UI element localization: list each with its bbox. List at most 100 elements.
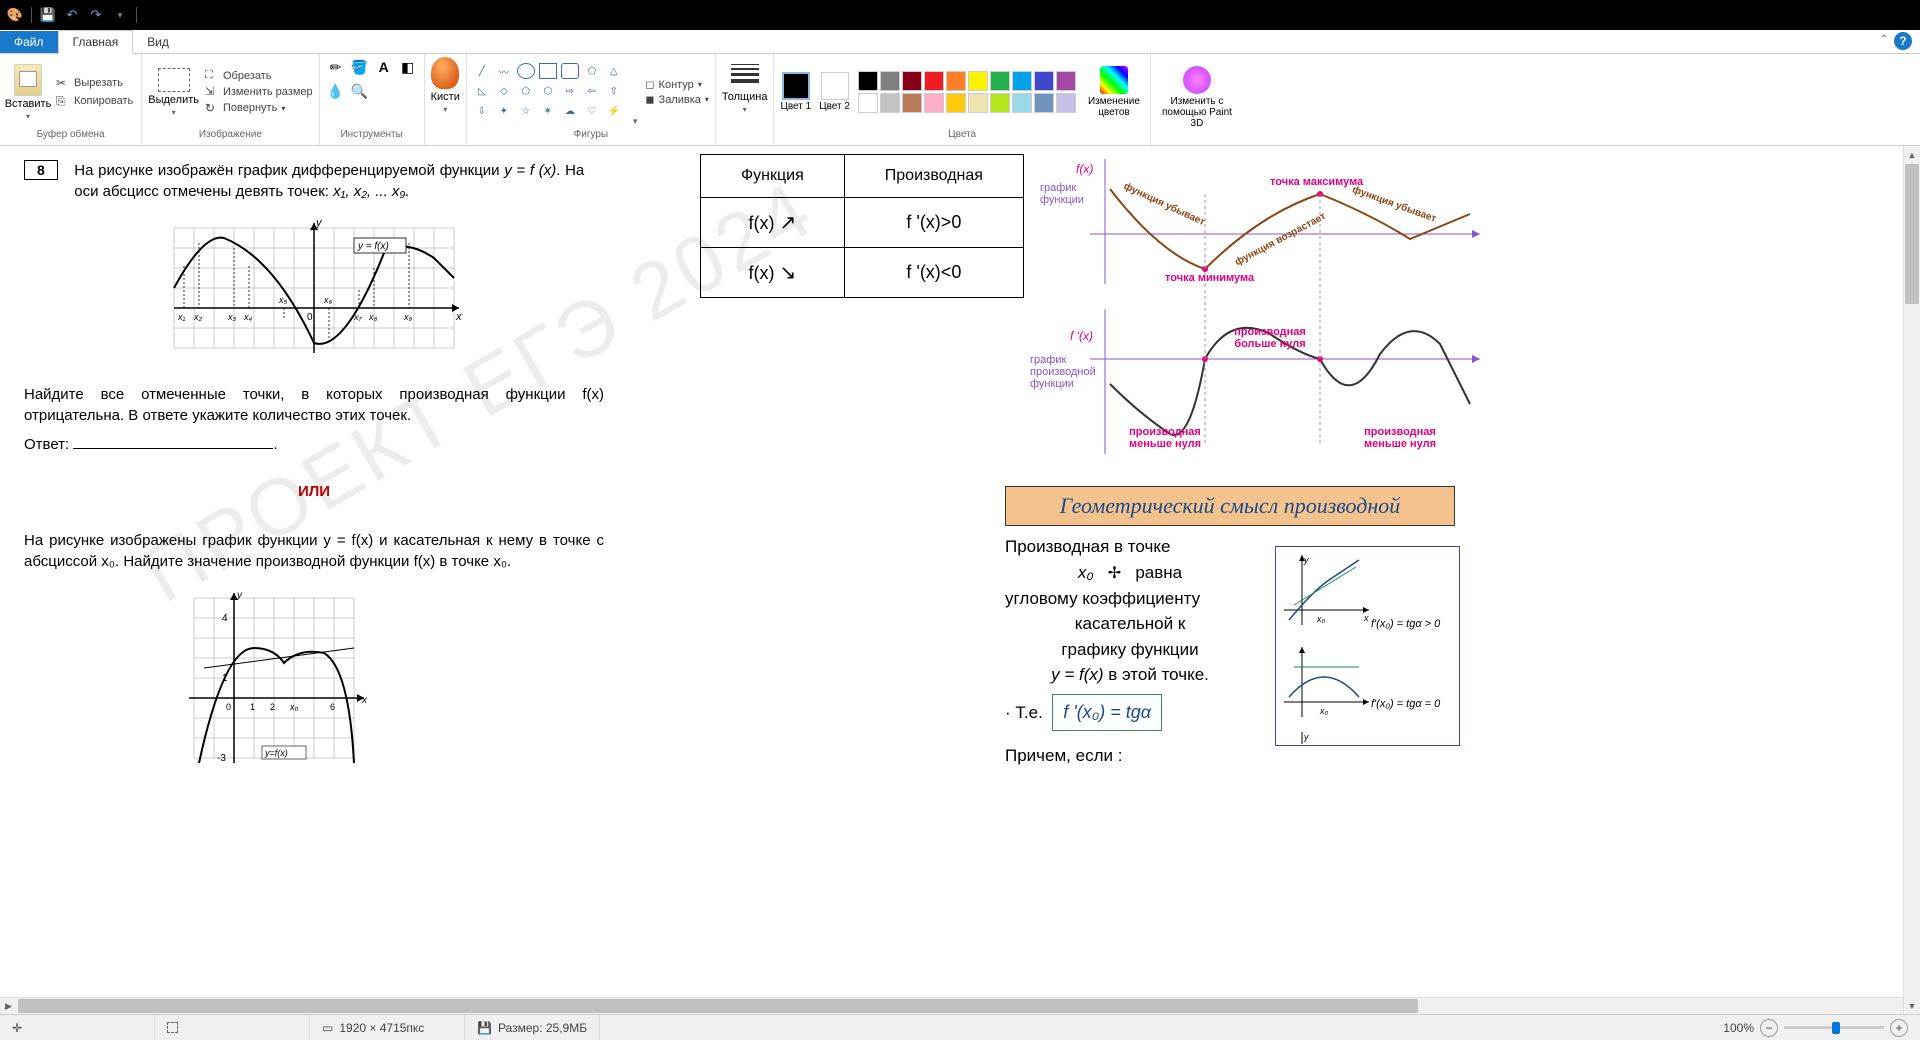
shape-roundrect-icon[interactable] (561, 63, 579, 79)
shape-line-icon[interactable]: ╱ (473, 63, 491, 79)
pencil-icon[interactable]: ✏ (326, 57, 346, 77)
tab-file[interactable]: Файл (0, 31, 58, 53)
zoom-slider[interactable] (1784, 1026, 1884, 1029)
shape-larrow-icon[interactable]: ⇦ (583, 83, 601, 99)
shape-triangle-icon[interactable]: △ (605, 63, 623, 79)
undo-icon[interactable]: ↶ (61, 4, 83, 26)
rotate-button[interactable]: Повернуть ▾ (205, 101, 313, 115)
palette-color[interactable] (924, 71, 944, 91)
shape-star5-icon[interactable]: ☆ (517, 103, 535, 119)
palette-color[interactable] (990, 93, 1010, 113)
vertical-scrollbar[interactable]: ▲ ▼ (1903, 146, 1920, 1014)
palette-color[interactable] (858, 93, 878, 113)
geometric-meaning-box: Геометрический смысл производной Произво… (1005, 486, 1455, 768)
color1-button[interactable]: Цвет 1 (780, 72, 811, 112)
shape-oval-icon[interactable] (517, 63, 535, 79)
shape-pentagon-icon[interactable]: ⬠ (517, 83, 535, 99)
magnifier-icon[interactable]: 🔍 (350, 81, 370, 101)
palette-color[interactable] (880, 71, 900, 91)
tab-home[interactable]: Главная (58, 30, 134, 54)
palette-color[interactable] (1034, 71, 1054, 91)
help-icon[interactable]: ? (1894, 32, 1912, 50)
tab-view[interactable]: Вид (133, 31, 183, 53)
shape-diamond-icon[interactable]: ◇ (495, 83, 513, 99)
hscroll-thumb[interactable] (18, 999, 1418, 1013)
shape-lightning-icon[interactable]: ⚡ (605, 103, 623, 119)
palette-color[interactable] (990, 71, 1010, 91)
palette-color[interactable] (902, 71, 922, 91)
shape-star6-icon[interactable]: ✶ (539, 103, 557, 119)
derivative-diagram: f(x) f '(x) график функции график произв… (1030, 154, 1490, 464)
palette-color[interactable] (1012, 93, 1032, 113)
zoom-out-button[interactable]: − (1760, 1019, 1778, 1037)
palette-color[interactable] (1056, 93, 1076, 113)
shape-uarrow-icon[interactable]: ⇧ (605, 83, 623, 99)
copy-button[interactable]: Копировать (54, 93, 135, 109)
crop-icon (205, 69, 219, 83)
fill-button[interactable]: ◼Заливка▾ (645, 93, 709, 106)
shape-curve-icon[interactable]: 〰 (495, 63, 513, 79)
brush-label: Кисти (431, 91, 460, 103)
shape-callout-icon[interactable]: ☁ (561, 103, 579, 119)
palette-color[interactable] (902, 93, 922, 113)
resize-label: Изменить размер (223, 86, 313, 98)
palette-color[interactable] (1012, 71, 1032, 91)
palette-color[interactable] (968, 71, 988, 91)
shape-darrow-icon[interactable]: ⇩ (473, 103, 491, 119)
crop-button[interactable]: Обрезать (205, 69, 313, 83)
shape-rarrow-icon[interactable]: ⇨ (561, 83, 579, 99)
svg-text:x₂: x₂ (193, 312, 203, 322)
canvas[interactable]: ПРОЕКТ ЕГЭ 2024 8 На рисунке изображён г… (0, 146, 1903, 1014)
color2-button[interactable]: Цвет 2 (819, 72, 850, 112)
color2-label: Цвет 2 (819, 101, 850, 112)
svg-text:x₄: x₄ (243, 312, 253, 322)
problem-number: 8 (24, 160, 58, 180)
scroll-up-icon[interactable]: ▲ (1904, 146, 1920, 163)
svg-text:-3: -3 (217, 753, 226, 764)
eyedropper-icon[interactable]: 💧 (326, 81, 346, 101)
resize-button[interactable]: Изменить размер (205, 85, 313, 99)
zoom-in-button[interactable]: + (1890, 1019, 1908, 1037)
palette-color[interactable] (858, 71, 878, 91)
palette-color[interactable] (946, 93, 966, 113)
shape-polygon-icon[interactable]: ⬠ (583, 63, 601, 79)
text-icon[interactable]: A (374, 57, 394, 77)
select-button[interactable]: Выделить ▾ (148, 68, 199, 117)
scroll-down-icon[interactable]: ▼ (1904, 997, 1920, 1014)
shapes-gallery[interactable]: ╱ 〰 ⬠ △ ◺ ◇ ⬠ ⬡ ⇨ ⇦ ⇧ ⇩ ✦ ☆ ✶ ☁ ♡ ⚡ (473, 63, 625, 121)
palette-color[interactable] (1056, 71, 1076, 91)
palette-color[interactable] (924, 93, 944, 113)
cut-button[interactable]: Вырезать (54, 75, 135, 91)
edit-colors-button[interactable]: Изменение цветов (1084, 66, 1144, 118)
fill-icon[interactable]: 🪣 (350, 57, 370, 77)
vscroll-thumb[interactable] (1905, 164, 1919, 304)
shape-rect-icon[interactable] (539, 63, 557, 79)
palette-color[interactable] (968, 93, 988, 113)
shape-rtriangle-icon[interactable]: ◺ (473, 83, 491, 99)
qat-dropdown-icon[interactable]: ▾ (109, 4, 131, 26)
shape-star4-icon[interactable]: ✦ (495, 103, 513, 119)
minimize-ribbon-icon[interactable]: ⌃ (1880, 34, 1888, 45)
graph-2: y x 4 1 -3 0 1 2 x₀ 6 y=f(x) (184, 588, 384, 768)
outline-button[interactable]: ◻Контур▾ (645, 78, 709, 91)
redo-icon[interactable]: ↷ (85, 4, 107, 26)
brush-icon[interactable] (431, 57, 459, 89)
palette-color[interactable] (1034, 93, 1054, 113)
paint-icon[interactable]: 🎨 (4, 4, 26, 26)
eraser-icon[interactable]: ◧ (398, 57, 418, 77)
shape-hexagon-icon[interactable]: ⬡ (539, 83, 557, 99)
diag-tmax-label: точка максимума (1270, 176, 1363, 188)
status-dims: ▭1920 × 4715пкс (310, 1015, 465, 1040)
scroll-right-icon[interactable]: ▶ (0, 998, 17, 1014)
paste-button[interactable]: Вставить ▾ (6, 64, 50, 121)
paint3d-button[interactable]: Изменить с помощью Paint 3D (1157, 66, 1237, 129)
save-icon[interactable]: 💾 (37, 4, 59, 26)
zoom-slider-thumb[interactable] (1832, 1022, 1840, 1034)
palette-color[interactable] (880, 93, 900, 113)
size-button[interactable] (731, 57, 759, 89)
titlebar: 🎨 💾 ↶ ↷ ▾ (0, 0, 1920, 30)
group-brushes: Кисти ▾ (425, 54, 467, 145)
horizontal-scrollbar[interactable]: ◀ ▶ (0, 997, 1903, 1014)
palette-color[interactable] (946, 71, 966, 91)
shape-heart-icon[interactable]: ♡ (583, 103, 601, 119)
